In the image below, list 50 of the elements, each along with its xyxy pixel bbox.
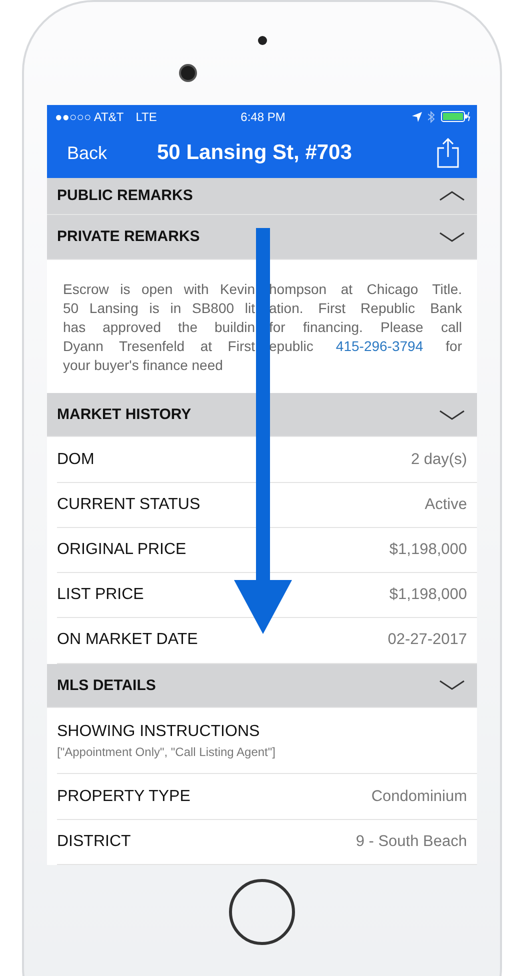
section-header[interactable]: MLS DETAILS xyxy=(47,664,477,708)
section-title: PRIVATE REMARKS xyxy=(57,228,201,246)
remarks-text: has approved the buildin xyxy=(63,318,255,337)
field-label: LIST PRICE xyxy=(57,586,145,604)
remarks-text: Dyann Tresenfeld at First xyxy=(63,336,255,356)
remarks-text: ation. First Republic Bank xyxy=(269,298,462,318)
speaker-dot xyxy=(258,36,266,45)
camera-dot xyxy=(179,64,197,82)
field-label: SHOWING INSTRUCTIONS xyxy=(57,722,261,741)
field-value: $1,198,000 xyxy=(389,586,467,604)
field-value: 2 day(s) xyxy=(411,450,467,469)
remarks-text: hompson at Chicago Title. xyxy=(269,280,462,299)
field-label: CURRENT STATUS xyxy=(57,496,202,514)
field-value: 9 - South Beach xyxy=(356,832,467,851)
field-value: Active xyxy=(424,496,467,514)
field-value: $1,198,000 xyxy=(389,540,467,559)
section-header[interactable]: PRIVATE REMARKS xyxy=(47,214,477,260)
back-button[interactable]: Back xyxy=(67,142,157,164)
network-text: LTE xyxy=(136,110,157,124)
remarks-text: your buyer's finance need xyxy=(63,356,224,375)
chevron-down-icon[interactable] xyxy=(439,232,465,242)
field-label: ORIGINAL PRICE xyxy=(57,540,188,559)
time-text: 6:48 PM xyxy=(240,110,286,124)
share-icon[interactable] xyxy=(437,138,459,168)
field-value: 02-27-2017 xyxy=(388,631,467,650)
section-header[interactable]: PUBLIC REMARKS xyxy=(47,178,477,215)
location-icon xyxy=(412,112,422,122)
carrier-text: ●●○○○ AT&T xyxy=(55,110,124,124)
page-title: 50 Lansing St, #703 xyxy=(157,141,353,166)
bluetooth-icon xyxy=(428,110,436,123)
field-value: ["Appointment Only", "Call Listing Agent"] xyxy=(57,744,276,759)
remarks-text: epublic 415-296-3794 for xyxy=(269,336,462,356)
battery-icon xyxy=(441,111,472,122)
section-header[interactable]: MARKET HISTORY xyxy=(47,392,477,438)
field-label: DISTRICT xyxy=(57,832,132,851)
phone-link[interactable]: 415-296-3794 xyxy=(336,338,424,354)
field-label: ON MARKET DATE xyxy=(57,631,199,650)
chevron-up-icon[interactable] xyxy=(439,190,465,201)
chevron-down-icon[interactable] xyxy=(439,410,465,420)
section-title: MARKET HISTORY xyxy=(57,406,192,424)
remarks-text: Escrow is open with Kevin xyxy=(63,280,255,299)
home-button[interactable] xyxy=(229,879,295,945)
section-title: PUBLIC REMARKS xyxy=(57,187,194,204)
section-title: MLS DETAILS xyxy=(57,676,157,694)
field-label: PROPERTY TYPE xyxy=(57,788,192,806)
remarks-text: 50 Lansing is in SB800 lit xyxy=(63,298,255,318)
chevron-down-icon[interactable] xyxy=(439,680,465,690)
field-label: DOM xyxy=(57,450,96,469)
remarks-text: for financing. Please call xyxy=(269,318,462,337)
field-value: Condominium xyxy=(371,788,467,806)
